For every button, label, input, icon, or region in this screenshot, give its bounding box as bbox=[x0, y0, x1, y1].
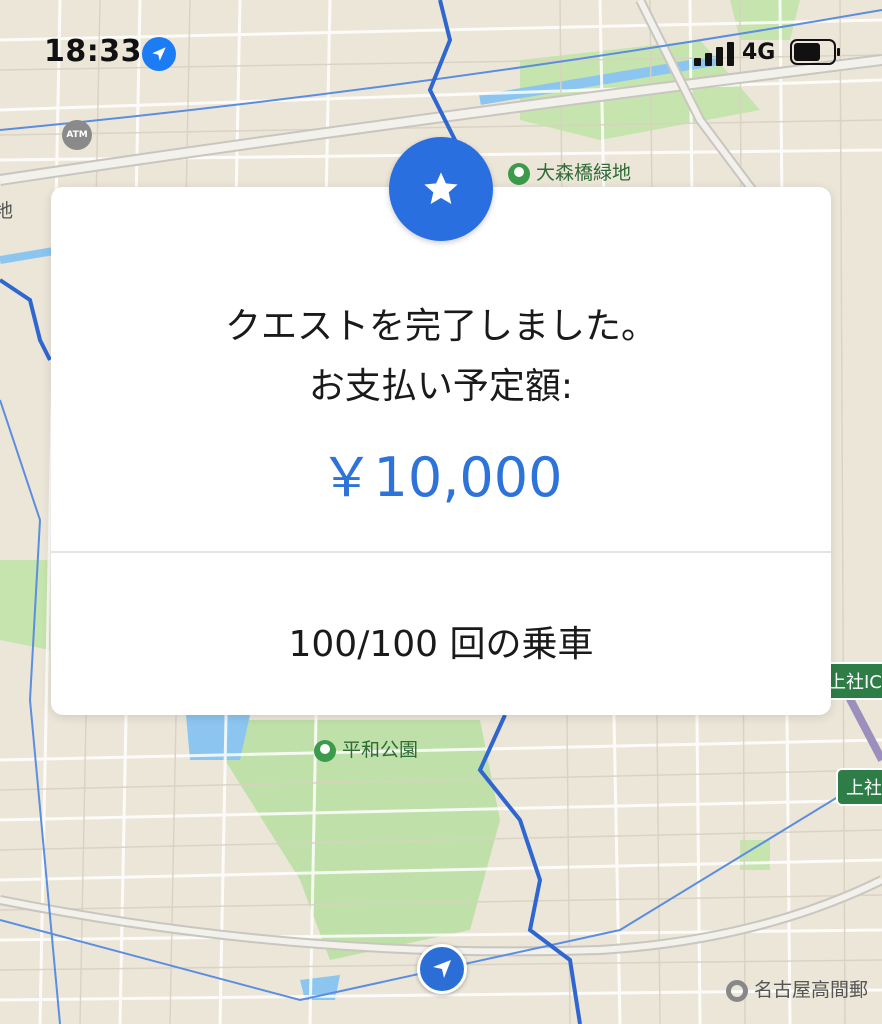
card-divider bbox=[51, 551, 831, 553]
park-label-top[interactable]: 大森橋緑地 bbox=[508, 158, 631, 185]
payment-amount: ￥10,000 bbox=[319, 446, 563, 509]
park-label-bottom[interactable]: 平和公園 bbox=[314, 735, 418, 762]
payment-label: お支払い予定額: bbox=[308, 366, 574, 407]
navigation-arrow-icon[interactable] bbox=[417, 944, 467, 994]
rides-progress: 100/100 回の乗車 bbox=[288, 624, 594, 665]
post-office-label[interactable]: 名古屋高間郵 bbox=[726, 975, 868, 1002]
battery-icon bbox=[790, 39, 840, 65]
star-icon bbox=[389, 137, 493, 241]
park-icon bbox=[314, 739, 336, 762]
atm-marker[interactable]: ATM bbox=[62, 120, 92, 150]
left-edge-label: 地 bbox=[0, 200, 14, 222]
location-arrow-icon bbox=[142, 37, 176, 71]
network-type: 4G bbox=[742, 40, 776, 65]
quest-complete-message: クエストを完了しました。 bbox=[224, 306, 657, 347]
post-office-icon bbox=[726, 979, 748, 1002]
quest-complete-card: クエストを完了しました。 お支払い予定額: ￥10,000 100/100 回の… bbox=[51, 187, 831, 715]
park-icon bbox=[508, 162, 530, 185]
status-bar: 18:33 4G bbox=[0, 0, 882, 100]
signal-strength-icon bbox=[694, 42, 734, 66]
ic-sign-2[interactable]: 上社 bbox=[836, 768, 882, 806]
status-time: 18:33 bbox=[44, 34, 142, 69]
